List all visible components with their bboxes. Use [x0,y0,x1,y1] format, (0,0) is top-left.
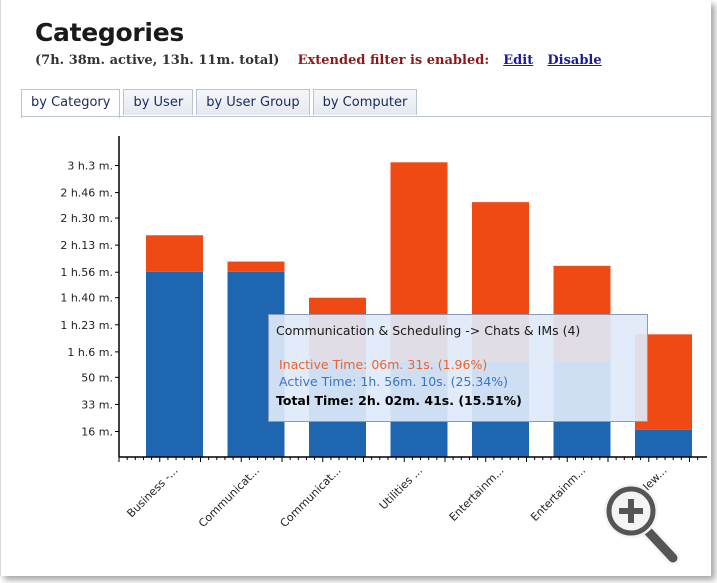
zoom-in-icon[interactable] [601,478,681,568]
bar-inactive[interactable] [227,261,285,272]
x-tick-label: Entertainm... [528,464,588,524]
bar-active[interactable] [146,271,203,457]
x-tick-label: Business -... [124,464,180,520]
tab-by-computer[interactable]: by Computer [312,89,418,115]
bar-inactive[interactable] [146,235,203,272]
tab-by-user[interactable]: by User [123,89,194,115]
page-title: Categories [35,18,184,47]
x-tick-label: Utilities ... [377,464,425,512]
y-tick-label: 1 h.56 m. [60,266,113,279]
x-tick-label: Communicat... [278,464,344,530]
y-tick-label: 2 h.30 m. [60,212,113,225]
edit-filter-link[interactable]: Edit [503,53,533,68]
time-summary: (7h. 38m. active, 13h. 11m. total) [35,53,280,68]
tab-by-user-group[interactable]: by User Group [196,89,310,115]
x-tick-label: Communicat... [196,464,262,530]
filter-status: Extended filter is enabled: [297,53,490,68]
tooltip-active-time: Active Time: 1h. 56m. 10s. (25.34%) [279,374,509,389]
x-tick-label: Entertainm... [447,464,507,524]
tabs-divider [21,116,711,117]
y-tick-label: 50 m. [81,371,113,384]
bar-active[interactable] [635,429,692,457]
y-tick-label: 1 h.6 m. [67,346,113,359]
y-tick-label: 16 m. [81,426,113,439]
y-tick-label: 1 h.40 m. [60,292,113,305]
y-tick-label: 3 h.3 m. [67,159,113,172]
tab-by-category[interactable]: by Category [21,89,121,118]
bar-tooltip: Communication & Scheduling -> Chats & IM… [268,314,648,422]
tooltip-title: Communication & Scheduling -> Chats & IM… [276,323,581,338]
disable-filter-link[interactable]: Disable [547,53,601,68]
tooltip-inactive-time: Inactive Time: 06m. 31s. (1.96%) [279,357,488,372]
view-tabs: by Category by User by User Group by Com… [21,89,420,118]
summary-line: (7h. 38m. active, 13h. 11m. total) Exten… [35,53,602,68]
tooltip-total-time: Total Time: 2h. 02m. 41s. (15.51%) [276,393,522,408]
y-tick-label: 2 h.13 m. [60,239,113,252]
report-card: Categories (7h. 38m. active, 13h. 11m. t… [0,0,711,576]
y-tick-label: 2 h.46 m. [60,187,113,200]
y-tick-label: 33 m. [81,398,113,411]
y-tick-label: 1 h.23 m. [60,319,113,332]
